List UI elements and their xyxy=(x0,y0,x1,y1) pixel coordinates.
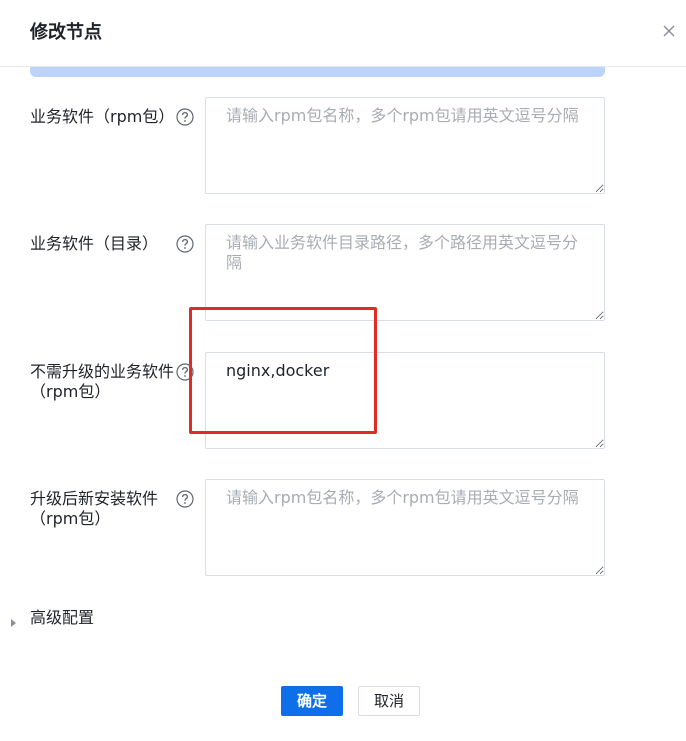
question-circle-icon[interactable] xyxy=(176,363,194,381)
info-banner-edge xyxy=(30,67,605,77)
edit-node-dialog: 修改节点 业务软件（rpm包） 业务软件（目录） 不需升级的业务软件（rpm包） xyxy=(0,0,686,741)
dialog-title: 修改节点 xyxy=(30,22,102,43)
no-upgrade-rpm-textarea[interactable]: nginx,docker xyxy=(205,352,605,449)
dialog-header: 修改节点 xyxy=(0,0,686,67)
new-install-rpm-textarea[interactable] xyxy=(205,479,605,576)
question-circle-icon[interactable] xyxy=(176,490,194,508)
advanced-config-label: 高级配置 xyxy=(30,608,95,627)
field-label-business-rpm: 业务软件（rpm包） xyxy=(30,107,175,126)
question-circle-icon[interactable] xyxy=(176,108,194,126)
close-icon[interactable] xyxy=(660,22,678,40)
confirm-button[interactable]: 确定 xyxy=(281,686,343,716)
cancel-button[interactable]: 取消 xyxy=(358,686,420,716)
question-circle-icon[interactable] xyxy=(176,235,194,253)
field-label-business-directory: 业务软件（目录） xyxy=(30,234,159,253)
business-directory-textarea[interactable] xyxy=(205,224,605,321)
field-label-no-upgrade-rpm: 不需升级的业务软件（rpm包） xyxy=(30,362,175,401)
caret-right-icon xyxy=(10,613,18,627)
business-rpm-textarea[interactable] xyxy=(205,97,605,194)
field-label-new-install-rpm: 升级后新安装软件（rpm包） xyxy=(30,489,159,528)
